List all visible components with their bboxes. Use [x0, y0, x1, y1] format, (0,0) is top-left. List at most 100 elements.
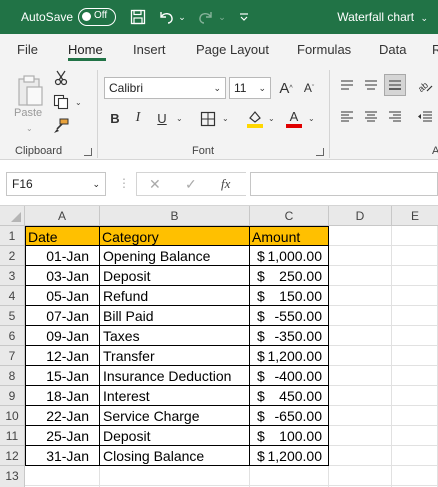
column-header-c[interactable]: C: [250, 206, 329, 226]
cell-date[interactable]: 03-Jan: [25, 266, 100, 286]
row-header[interactable]: 13: [0, 466, 25, 487]
middle-align-icon[interactable]: [362, 76, 380, 94]
tab-home[interactable]: Home: [68, 42, 103, 57]
document-title[interactable]: Waterfall chart ⌄: [337, 10, 428, 24]
font-launcher-icon[interactable]: [316, 148, 324, 156]
row-header[interactable]: 4: [0, 286, 25, 306]
select-all-button[interactable]: [0, 206, 25, 226]
align-left-icon[interactable]: [338, 108, 356, 126]
cell-amount[interactable]: $100.00: [250, 426, 329, 446]
header-amount[interactable]: Amount: [250, 227, 329, 246]
cell-date[interactable]: 18-Jan: [25, 386, 100, 406]
cell-date[interactable]: 31-Jan: [25, 446, 100, 466]
paste-icon[interactable]: [12, 70, 48, 112]
row-header[interactable]: 7: [0, 346, 25, 366]
customize-toolbar-icon[interactable]: [237, 7, 251, 27]
tab-formulas[interactable]: Formulas: [297, 42, 351, 57]
cell-amount[interactable]: $150.00: [250, 286, 329, 306]
tab-file[interactable]: File: [17, 42, 38, 57]
align-right-icon[interactable]: [386, 108, 404, 126]
tab-review[interactable]: R: [432, 42, 438, 57]
cell-category[interactable]: Deposit: [100, 426, 250, 446]
bold-button[interactable]: B: [107, 108, 123, 128]
cell-amount[interactable]: $ -350.00: [250, 326, 329, 346]
cell-amount[interactable]: $ -400.00: [250, 366, 329, 386]
column-header-a[interactable]: A: [25, 206, 100, 226]
cell-amount[interactable]: $1,000.00: [250, 246, 329, 266]
cell-amount[interactable]: $1,200.00: [250, 446, 329, 466]
increase-font-size-button[interactable]: A ^: [276, 77, 296, 99]
tab-data[interactable]: Data: [379, 42, 406, 57]
cell-amount[interactable]: $ -650.00: [250, 406, 329, 426]
cell-category[interactable]: Bill Paid: [100, 306, 250, 326]
cell-date[interactable]: 07-Jan: [25, 306, 100, 326]
row-header[interactable]: 2: [0, 246, 25, 266]
align-center-icon[interactable]: [362, 108, 380, 126]
cell-category[interactable]: Service Charge: [100, 406, 250, 426]
undo-icon[interactable]: [156, 7, 176, 27]
bottom-align-icon[interactable]: [384, 74, 406, 96]
borders-dropdown-icon[interactable]: ⌄: [222, 114, 229, 123]
autosave-toggle[interactable]: Off: [78, 8, 116, 26]
fill-color-icon[interactable]: [244, 108, 266, 130]
cell-amount[interactable]: $250.00: [250, 266, 329, 286]
tab-insert[interactable]: Insert: [133, 42, 166, 57]
decrease-font-size-button[interactable]: Aˇ: [299, 77, 319, 99]
column-header-b[interactable]: B: [100, 206, 250, 226]
header-category[interactable]: Category: [100, 227, 250, 246]
copy-icon[interactable]: [52, 92, 70, 112]
cell-category[interactable]: Transfer: [100, 346, 250, 366]
cell-category[interactable]: Interest: [100, 386, 250, 406]
row-header[interactable]: 1: [0, 226, 25, 246]
orientation-icon[interactable]: ab: [414, 74, 436, 96]
row-header[interactable]: 12: [0, 446, 25, 466]
row-header[interactable]: 11: [0, 426, 25, 446]
row-header[interactable]: 9: [0, 386, 25, 406]
font-family-select[interactable]: Calibri ⌄: [104, 77, 226, 99]
cell-date[interactable]: 01-Jan: [25, 246, 100, 266]
cell-date[interactable]: 12-Jan: [25, 346, 100, 366]
copy-dropdown-icon[interactable]: ⌄: [75, 98, 82, 107]
clipboard-launcher-icon[interactable]: [84, 148, 92, 156]
name-box[interactable]: F16 ⌄: [6, 172, 106, 196]
undo-dropdown-icon[interactable]: ⌄: [177, 7, 187, 27]
cell-date[interactable]: 15-Jan: [25, 366, 100, 386]
cell-amount[interactable]: $450.00: [250, 386, 329, 406]
cell-date[interactable]: 22-Jan: [25, 406, 100, 426]
cell-date[interactable]: 05-Jan: [25, 286, 100, 306]
font-color-button[interactable]: A: [283, 108, 305, 130]
header-date[interactable]: Date: [25, 227, 100, 246]
row-header[interactable]: 5: [0, 306, 25, 326]
italic-button[interactable]: I: [130, 108, 146, 128]
cell-amount[interactable]: $1,200.00: [250, 346, 329, 366]
row-header[interactable]: 6: [0, 326, 25, 346]
row-header[interactable]: 10: [0, 406, 25, 426]
cell-category[interactable]: Insurance Deduction: [100, 366, 250, 386]
column-header-d[interactable]: D: [329, 206, 392, 226]
row-header[interactable]: 8: [0, 366, 25, 386]
cell-date[interactable]: 09-Jan: [25, 326, 100, 346]
formula-input[interactable]: [250, 172, 438, 196]
cell-category[interactable]: Deposit: [100, 266, 250, 286]
cut-icon[interactable]: [52, 68, 70, 88]
cell-category[interactable]: Refund: [100, 286, 250, 306]
borders-icon[interactable]: [198, 109, 218, 129]
decrease-indent-icon[interactable]: [414, 108, 436, 126]
cell-category[interactable]: Closing Balance: [100, 446, 250, 466]
underline-button[interactable]: U: [154, 108, 170, 128]
row-header[interactable]: 3: [0, 266, 25, 286]
font-size-select[interactable]: 11 ⌄: [229, 77, 271, 99]
tab-page-layout[interactable]: Page Layout: [196, 42, 269, 57]
fill-color-dropdown-icon[interactable]: ⌄: [268, 114, 275, 123]
format-painter-icon[interactable]: [52, 116, 70, 136]
insert-function-icon[interactable]: fx: [221, 176, 230, 192]
top-align-icon[interactable]: [338, 76, 356, 94]
font-color-dropdown-icon[interactable]: ⌄: [308, 114, 315, 123]
cell-date[interactable]: 25-Jan: [25, 426, 100, 446]
cell-category[interactable]: Opening Balance: [100, 246, 250, 266]
cell-category[interactable]: Taxes: [100, 326, 250, 346]
save-icon[interactable]: [128, 7, 148, 27]
column-header-e[interactable]: E: [392, 206, 438, 226]
cell-amount[interactable]: $ -550.00: [250, 306, 329, 326]
underline-dropdown-icon[interactable]: ⌄: [176, 114, 183, 123]
